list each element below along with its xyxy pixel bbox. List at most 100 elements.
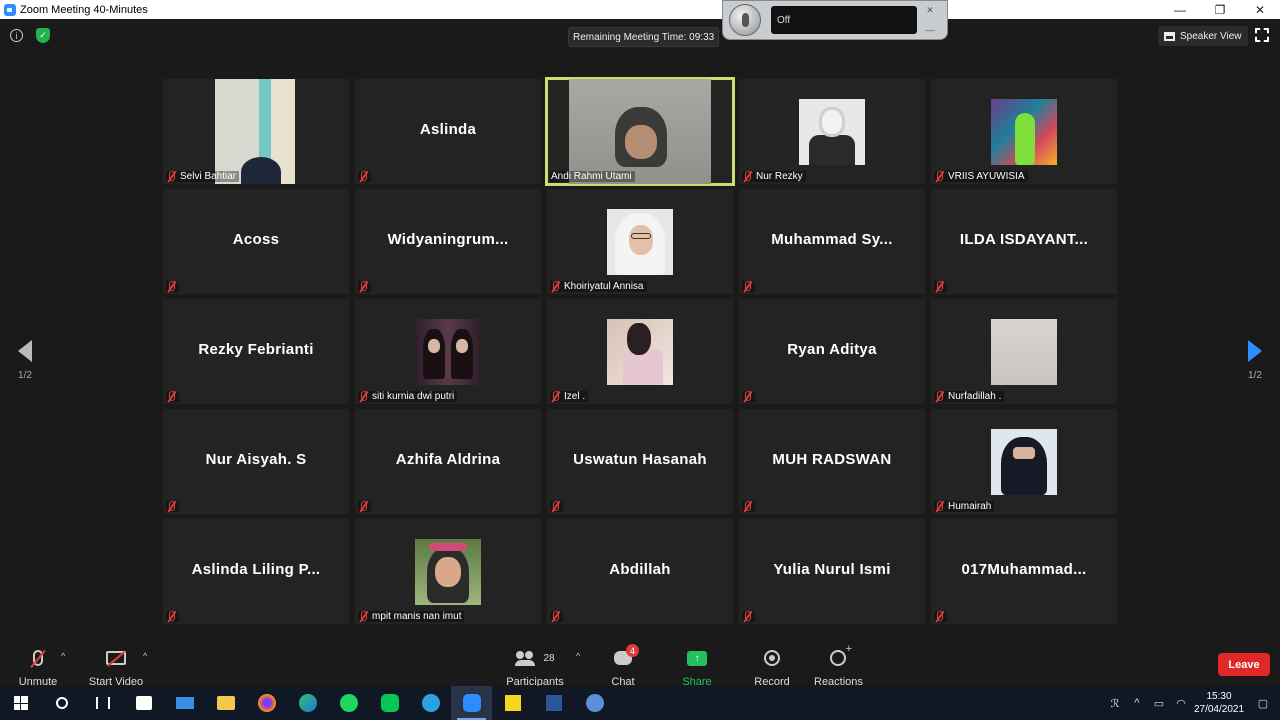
window-title: Zoom Meeting 40-Minutes xyxy=(20,3,148,16)
participant-tile[interactable]: Nur Aisyah. S xyxy=(163,409,349,514)
muted-mic-icon xyxy=(743,171,752,182)
taskbar-mail[interactable] xyxy=(164,686,205,720)
taskbar-clock[interactable]: 15:30 27/04/2021 xyxy=(1192,690,1246,716)
participant-name-tag: Khoiriyatul Annisa xyxy=(550,281,647,292)
participant-tile[interactable]: Ryan Aditya xyxy=(739,299,925,404)
chat-button[interactable]: 4 Chat xyxy=(606,644,640,688)
fullscreen-icon[interactable] xyxy=(1255,28,1269,42)
chevron-up-icon[interactable]: ^ xyxy=(1126,697,1148,709)
participants-options-caret[interactable]: ^ xyxy=(576,651,580,661)
zoom-logo-icon xyxy=(4,3,16,16)
participant-avatar xyxy=(607,319,673,385)
close-button[interactable]: ✕ xyxy=(1240,0,1280,19)
taskbar-spotify[interactable] xyxy=(328,686,369,720)
participant-name-tag xyxy=(550,611,563,622)
title-bar: Zoom Meeting 40-Minutes — ❐ ✕ xyxy=(0,0,1280,19)
taskbar-word[interactable] xyxy=(533,686,574,720)
maximize-button[interactable]: ❐ xyxy=(1200,0,1240,19)
participant-tile[interactable]: MUH RADSWAN xyxy=(739,409,925,514)
participant-display-name: Acoss xyxy=(232,231,280,248)
previous-page-button[interactable]: 1/2 xyxy=(14,340,36,381)
start-video-button[interactable]: Start Video xyxy=(88,648,144,688)
taskbar-line[interactable] xyxy=(369,686,410,720)
participant-display-name: Aslinda Liling P... xyxy=(191,561,321,578)
record-button[interactable]: Record xyxy=(754,648,790,688)
word-icon xyxy=(545,695,562,711)
participant-tile[interactable]: 017Muhammad... xyxy=(931,519,1117,624)
share-screen-icon: ↑ xyxy=(687,650,707,666)
participant-tile[interactable]: Rezky Febrianti xyxy=(163,299,349,404)
participant-tile[interactable]: siti kurnia dwi putri xyxy=(355,299,541,404)
participant-tile[interactable]: Selvi Bahtiar xyxy=(163,79,349,184)
participant-name-tag xyxy=(358,501,371,512)
video-off-icon xyxy=(106,651,126,665)
participant-tile[interactable]: Yulia Nurul Ismi xyxy=(739,519,925,624)
leave-button[interactable]: Leave xyxy=(1218,653,1270,676)
widget-close-icon[interactable]: ✕ xyxy=(926,5,934,16)
start-button[interactable] xyxy=(0,686,41,720)
widget-minimize-icon[interactable]: — xyxy=(926,25,935,35)
search-button[interactable] xyxy=(41,686,82,720)
unmute-button[interactable]: Unmute xyxy=(18,648,58,688)
microphone-icon[interactable] xyxy=(729,4,761,36)
reactions-button[interactable]: Reactions xyxy=(814,643,863,688)
minimize-button[interactable]: — xyxy=(1160,0,1200,19)
participant-name-tag xyxy=(166,281,179,292)
participant-name-tag xyxy=(550,501,563,512)
participant-tile[interactable]: Acoss xyxy=(163,189,349,294)
participant-tile[interactable]: ILDA ISDAYANT... xyxy=(931,189,1117,294)
participant-video xyxy=(569,79,711,184)
taskbar-firefox[interactable] xyxy=(246,686,287,720)
task-view-button[interactable] xyxy=(82,686,123,720)
participant-tile[interactable]: Nurfadillah . xyxy=(931,299,1117,404)
participant-avatar xyxy=(607,209,673,275)
windows-taskbar: ℛ ^ ▭ ◠ 15:30 27/04/2021 ▢ xyxy=(0,686,1280,720)
speaker-view-button[interactable]: Speaker View xyxy=(1158,26,1248,46)
video-options-caret[interactable]: ^ xyxy=(143,651,147,661)
globe-icon xyxy=(585,694,604,712)
grid-view-icon xyxy=(1164,31,1175,41)
info-icon[interactable]: i xyxy=(10,29,23,42)
participant-display-name: Azhifa Aldrina xyxy=(395,451,501,468)
next-page-button[interactable]: 1/2 xyxy=(1244,340,1266,381)
participant-tile[interactable]: Muhammad Sy... xyxy=(739,189,925,294)
people-icon[interactable]: ℛ xyxy=(1104,697,1126,710)
participant-tile[interactable]: Humairah xyxy=(931,409,1117,514)
participant-tile[interactable]: Izel . xyxy=(547,299,733,404)
taskbar-telegram[interactable] xyxy=(410,686,451,720)
security-shield-icon[interactable]: ✓ xyxy=(36,28,50,43)
muted-mic-icon xyxy=(743,501,752,512)
taskbar-edge[interactable] xyxy=(287,686,328,720)
muted-mic-icon xyxy=(551,501,560,512)
participant-tile[interactable]: Aslinda Liling P... xyxy=(163,519,349,624)
participant-tile[interactable]: VRIIS AYUWISIA xyxy=(931,79,1117,184)
participant-name-tag xyxy=(166,391,179,402)
audio-options-caret[interactable]: ^ xyxy=(61,651,65,661)
participant-tile[interactable]: Khoiriyatul Annisa xyxy=(547,189,733,294)
chat-unread-badge: 4 xyxy=(626,644,639,657)
participant-name-tag xyxy=(742,611,755,622)
participant-name-tag: VRIIS AYUWISIA xyxy=(934,171,1028,182)
wifi-icon[interactable]: ◠ xyxy=(1170,697,1192,710)
telegram-icon xyxy=(421,694,440,712)
participant-tile[interactable]: Uswatun Hasanah xyxy=(547,409,733,514)
battery-icon[interactable]: ▭ xyxy=(1148,697,1170,710)
muted-mic-icon xyxy=(935,171,944,182)
taskbar-app-globe[interactable] xyxy=(574,686,615,720)
participant-tile[interactable]: mpit manis nan imut xyxy=(355,519,541,624)
participant-tile[interactable]: Azhifa Aldrina xyxy=(355,409,541,514)
participant-tile[interactable]: Nur Rezky xyxy=(739,79,925,184)
taskbar-store[interactable] xyxy=(123,686,164,720)
participant-tile[interactable]: Widyaningrum... xyxy=(355,189,541,294)
taskbar-zoom[interactable] xyxy=(451,686,492,720)
muted-mic-icon xyxy=(551,391,560,402)
taskbar-file-explorer[interactable] xyxy=(205,686,246,720)
notifications-icon[interactable]: ▢ xyxy=(1246,697,1280,710)
participant-tile[interactable]: Abdillah xyxy=(547,519,733,624)
active-speaker-tile[interactable]: Andi Rahmi Utami xyxy=(545,77,735,186)
participant-tile[interactable]: Aslinda xyxy=(355,79,541,184)
participants-button[interactable]: 28 Participants xyxy=(506,648,564,688)
edge-icon xyxy=(298,694,317,712)
taskbar-sticky-notes[interactable] xyxy=(492,686,533,720)
participant-avatar xyxy=(991,319,1057,385)
